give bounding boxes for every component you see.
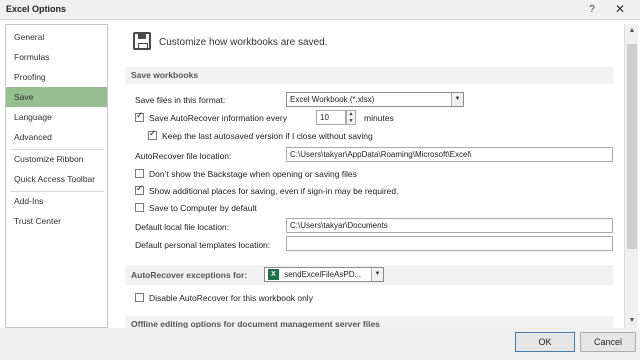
- ok-button[interactable]: OK: [515, 332, 575, 352]
- page-header: Customize how workbooks are saved.: [159, 37, 328, 48]
- personal-templates-input[interactable]: [286, 236, 613, 251]
- dialog-footer: OK Cancel: [0, 328, 640, 360]
- sidebar-item-save[interactable]: Save: [6, 87, 107, 107]
- autorecover-location-label: AutoRecover file location:: [135, 151, 232, 161]
- sidebar-item-advanced[interactable]: Advanced: [6, 127, 107, 147]
- scroll-down-icon[interactable]: ▼: [625, 314, 639, 328]
- show-additional-places-label: Show additional places for saving, even …: [149, 186, 399, 196]
- save-to-computer-label: Save to Computer by default: [149, 203, 257, 213]
- default-local-location-input[interactable]: C:\Users\takyar\Documents: [286, 218, 613, 233]
- disable-autorecover-label: Disable AutoRecover for this workbook on…: [149, 293, 313, 303]
- dont-show-backstage-checkbox[interactable]: [135, 169, 144, 178]
- scroll-thumb[interactable]: [627, 44, 637, 249]
- sidebar-item-trust-center[interactable]: Trust Center: [6, 211, 107, 231]
- exceptions-workbook-value: sendExcelFileAsPD...: [284, 270, 362, 279]
- autorecover-location-input[interactable]: C:\Users\takyar\AppData\Roaming\Microsof…: [286, 147, 613, 162]
- scroll-up-icon[interactable]: ▲: [625, 24, 639, 38]
- minutes-spinner[interactable]: ▲ ▼: [346, 110, 356, 125]
- help-icon[interactable]: ?: [582, 1, 602, 18]
- excel-icon: X: [268, 269, 279, 281]
- sidebar-item-general[interactable]: General: [6, 27, 107, 47]
- options-content: Customize how workbooks are saved. Save …: [111, 24, 624, 328]
- content-scrollbar[interactable]: ▲ ▼: [624, 24, 638, 328]
- minutes-label: minutes: [364, 113, 394, 123]
- window-title: Excel Options: [6, 4, 67, 14]
- format-select[interactable]: Excel Workbook (*.xlsx) ▼: [286, 92, 464, 107]
- section-offline-editing: Offline editing options for document man…: [125, 316, 613, 328]
- autorecover-checkbox[interactable]: [135, 111, 144, 122]
- sidebar-item-add-ins[interactable]: Add-Ins: [6, 191, 107, 211]
- dont-show-backstage-label: Don’t show the Backstage when opening or…: [149, 169, 357, 179]
- keep-last-checkbox[interactable]: [148, 129, 157, 140]
- keep-last-label: Keep the last autosaved version if I clo…: [162, 131, 373, 141]
- section-save-workbooks: Save workbooks: [125, 67, 613, 84]
- show-additional-places-checkbox[interactable]: [135, 184, 144, 195]
- autorecover-minutes-input[interactable]: 10: [316, 110, 346, 125]
- sidebar-item-quick-access-toolbar[interactable]: Quick Access Toolbar: [6, 169, 107, 189]
- personal-templates-label: Default personal templates location:: [135, 240, 271, 250]
- close-icon[interactable]: ✕: [604, 1, 636, 18]
- sidebar-item-language[interactable]: Language: [6, 107, 107, 127]
- disable-autorecover-checkbox[interactable]: [135, 293, 144, 302]
- exceptions-workbook-select[interactable]: X sendExcelFileAsPD... ▼: [264, 267, 384, 282]
- save-to-computer-checkbox[interactable]: [135, 203, 144, 212]
- format-value: Excel Workbook (*.xlsx): [290, 95, 375, 104]
- title-bar: Excel Options ? ✕: [0, 0, 640, 20]
- sidebar-item-customize-ribbon[interactable]: Customize Ribbon: [6, 149, 107, 169]
- format-label: Save files in this format:: [135, 95, 226, 105]
- save-disk-icon: [133, 32, 151, 50]
- autorecover-label: Save AutoRecover information every: [149, 113, 287, 123]
- spin-down-icon[interactable]: ▼: [347, 118, 355, 125]
- sidebar: General Formulas Proofing Save Language …: [5, 24, 108, 328]
- chevron-down-icon: ▼: [451, 93, 463, 106]
- sidebar-item-formulas[interactable]: Formulas: [6, 47, 107, 67]
- sidebar-item-proofing[interactable]: Proofing: [6, 67, 107, 87]
- cancel-button[interactable]: Cancel: [580, 332, 636, 352]
- chevron-down-icon: ▼: [371, 268, 383, 281]
- default-local-location-label: Default local file location:: [135, 222, 230, 232]
